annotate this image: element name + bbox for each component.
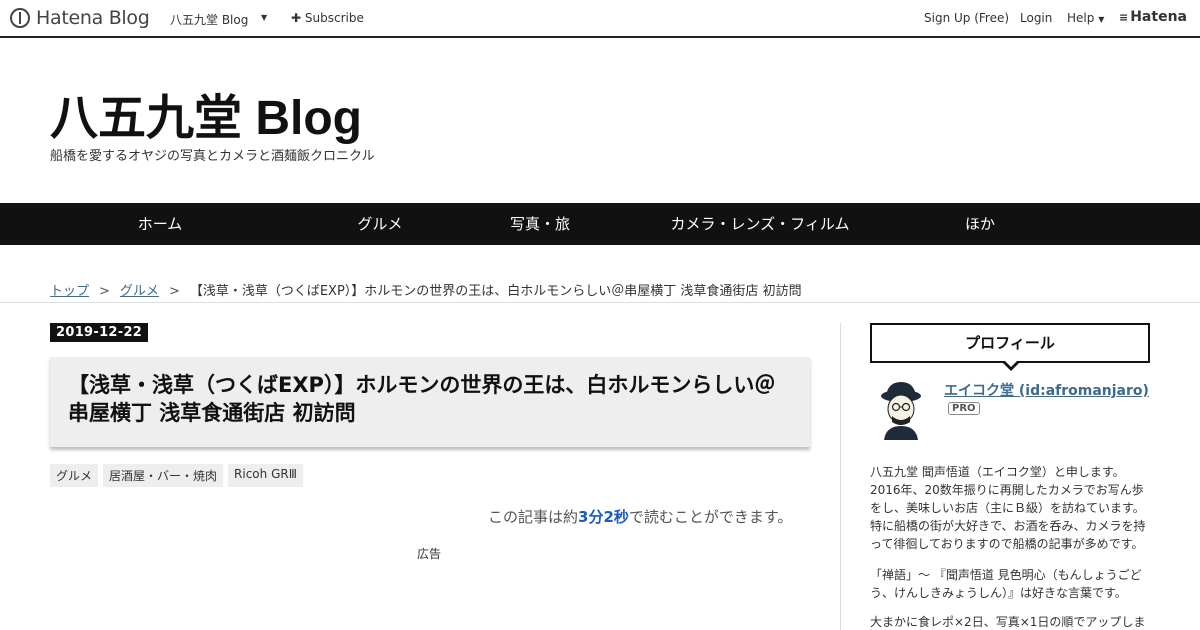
breadcrumb-separator: >	[99, 284, 110, 299]
hatena-mark-icon: ≡	[1119, 10, 1128, 24]
column-divider	[840, 323, 841, 630]
profile-heading: プロフィール	[870, 323, 1150, 371]
entry-title[interactable]: 【浅草・浅草（つくばEXP）】ホルモンの世界の王は、白ホルモンらしい＠串屋横丁 …	[68, 371, 792, 427]
divider	[0, 302, 1200, 303]
plus-icon: ✚	[291, 11, 302, 25]
category-tag[interactable]: グルメ	[50, 464, 99, 487]
global-nav: ホーム グルメ 写真・旅 カメラ・レンズ・フィルム ほか	[0, 203, 1200, 245]
entry-categories: グルメ 居酒屋・バー・焼肉 Ricoh GRⅢ	[50, 464, 303, 487]
hatena-label: Hatena	[1130, 9, 1187, 25]
breadcrumb-separator: >	[168, 284, 180, 299]
breadcrumb-category[interactable]: グルメ	[120, 284, 159, 299]
breadcrumb-current: 【浅草・浅草（つくばEXP）】ホルモンの世界の王は、白ホルモンらしい＠串屋横丁 …	[189, 284, 802, 299]
help-menu[interactable]: Help ▼	[1067, 11, 1104, 25]
entry-date[interactable]: 2019-12-22	[50, 323, 149, 342]
nav-item-camera[interactable]: カメラ・レンズ・フィルム	[640, 203, 880, 245]
heading-arrow-icon	[1001, 359, 1021, 371]
pro-badge: PRO	[948, 402, 980, 415]
chevron-down-icon[interactable]: ▼	[261, 13, 267, 22]
breadcrumb: トップ > グルメ > 【浅草・浅草（つくばEXP）】ホルモンの世界の王は、白ホルモンら…	[50, 280, 802, 299]
category-tag[interactable]: 居酒屋・バー・焼肉	[103, 464, 224, 487]
blog-selector[interactable]: 八五九堂 Blog	[170, 11, 248, 28]
hatena-topbar: Hatena Blog 八五九堂 Blog ▼ ✚ Subscribe Sign…	[0, 0, 1200, 38]
readtime-prefix: この記事は約	[488, 508, 579, 526]
nav-item-photo-travel[interactable]: 写真・旅	[440, 203, 640, 245]
help-label: Help	[1067, 11, 1095, 25]
profile-name-link[interactable]: エイコク堂 (id:afromanjaro)	[944, 380, 1149, 400]
profile-bio: 八五九堂 聞声悟道（エイコク堂）と申します。2016年、20数年振りに再開したカ…	[870, 465, 1146, 551]
login-link[interactable]: Login	[1020, 11, 1052, 25]
profile-heading-label: プロフィール	[965, 334, 1055, 352]
hatena-logo[interactable]: ≡ Hatena	[1119, 9, 1187, 25]
hatena-blog-logo[interactable]: Hatena Blog	[10, 7, 150, 29]
subscribe-label: Subscribe	[304, 11, 364, 25]
avatar[interactable]	[870, 378, 932, 440]
nav-item-gourmet[interactable]: グルメ	[320, 203, 440, 245]
readtime-value: 3分2秒	[578, 508, 629, 526]
signup-link[interactable]: Sign Up (Free)	[924, 11, 1009, 25]
ad-label: 広告	[417, 547, 442, 561]
hatena-pen-icon	[10, 8, 30, 28]
brand-label: Hatena Blog	[36, 7, 150, 29]
blog-description: 船橋を愛するオヤジの写真とカメラと酒麺飯クロニクル	[50, 149, 375, 164]
readtime-suffix: で読むことができます。	[628, 508, 793, 526]
reading-time: この記事は約3分2秒で読むことができます。	[488, 506, 792, 527]
caret-down-icon: ▼	[1098, 15, 1105, 24]
blog-title[interactable]: 八五九堂 Blog	[50, 78, 362, 148]
nav-item-others[interactable]: ほか	[880, 203, 1080, 245]
profile-bio: 大まかに食レポ×2日、写真×1日の順でアップしま	[870, 615, 1146, 629]
profile-bio: 「禅語」～ 『聞声悟道 見色明心（もんしょうごどう、けんしきみょうしん）』は好き…	[870, 568, 1142, 600]
subscribe-button[interactable]: ✚ Subscribe	[291, 11, 364, 25]
category-tag[interactable]: Ricoh GRⅢ	[228, 464, 303, 487]
breadcrumb-top[interactable]: トップ	[50, 284, 89, 299]
nav-item-home[interactable]: ホーム	[0, 203, 320, 245]
entry-title-box: 【浅草・浅草（つくばEXP）】ホルモンの世界の王は、白ホルモンらしい＠串屋横丁 …	[50, 357, 810, 447]
